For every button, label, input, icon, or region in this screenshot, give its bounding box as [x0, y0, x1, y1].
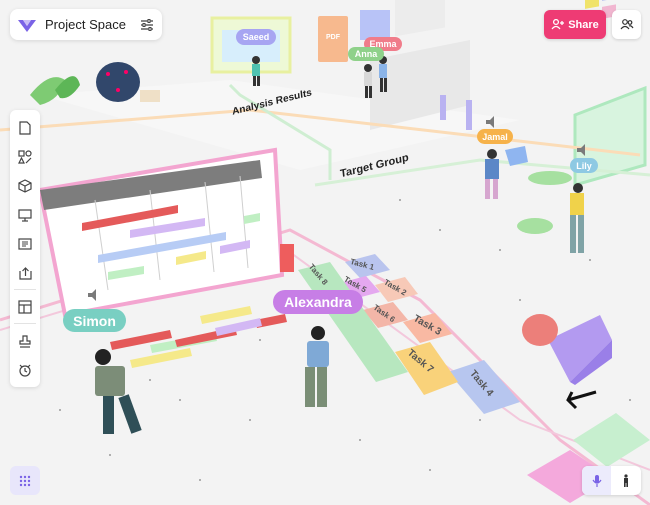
logo-icon	[18, 19, 36, 32]
document-icon	[19, 120, 31, 135]
media-controls	[582, 466, 641, 495]
stamp-icon	[19, 334, 31, 348]
people-icon	[620, 19, 633, 30]
microphone-icon	[592, 474, 601, 487]
space-title-panel: Project Space	[10, 9, 162, 40]
tool-shapes[interactable]	[10, 142, 40, 171]
avatar-button[interactable]	[611, 466, 640, 495]
alarm-clock-icon	[19, 364, 31, 377]
tool-presentation[interactable]	[10, 200, 40, 229]
avatar-name-tag[interactable]: Lily	[570, 158, 598, 173]
avatar-name-tag[interactable]: Saeed	[236, 29, 276, 45]
tool-stamp[interactable]	[10, 326, 40, 355]
microphone-button[interactable]	[582, 466, 611, 495]
avatar-name-tag[interactable]: Simon	[63, 309, 126, 332]
virtual-space-scene[interactable]	[0, 0, 650, 505]
left-toolbar	[10, 110, 40, 387]
template-icon	[18, 299, 32, 314]
tool-upload[interactable]	[10, 258, 40, 287]
grid-dots-icon	[19, 475, 31, 486]
tool-3d-object[interactable]	[10, 171, 40, 200]
settings-sliders-icon[interactable]	[140, 18, 154, 32]
person-walking-icon	[623, 473, 628, 487]
tool-templates[interactable]	[10, 292, 40, 321]
cube-icon	[18, 178, 32, 193]
shapes-icon	[18, 149, 32, 164]
pdf-doc-label[interactable]: PDF	[326, 34, 340, 41]
avatar-name-tag[interactable]: Jamal	[477, 129, 513, 144]
avatar-name-tag[interactable]: Anna	[348, 47, 384, 61]
tool-notes[interactable]	[10, 229, 40, 258]
presentation-icon	[18, 208, 32, 222]
apps-menu-button[interactable]	[10, 466, 40, 495]
tool-timer[interactable]	[10, 355, 40, 384]
share-button-label: Share	[568, 18, 599, 31]
upload-icon	[18, 266, 32, 280]
space-title: Project Space	[45, 17, 126, 32]
participants-button[interactable]	[612, 10, 641, 39]
avatar-name-tag[interactable]: Alexandra	[273, 290, 363, 314]
share-button[interactable]: Share	[544, 10, 606, 39]
add-person-icon	[551, 19, 565, 30]
notes-icon	[18, 237, 32, 250]
tool-document[interactable]	[10, 113, 40, 142]
